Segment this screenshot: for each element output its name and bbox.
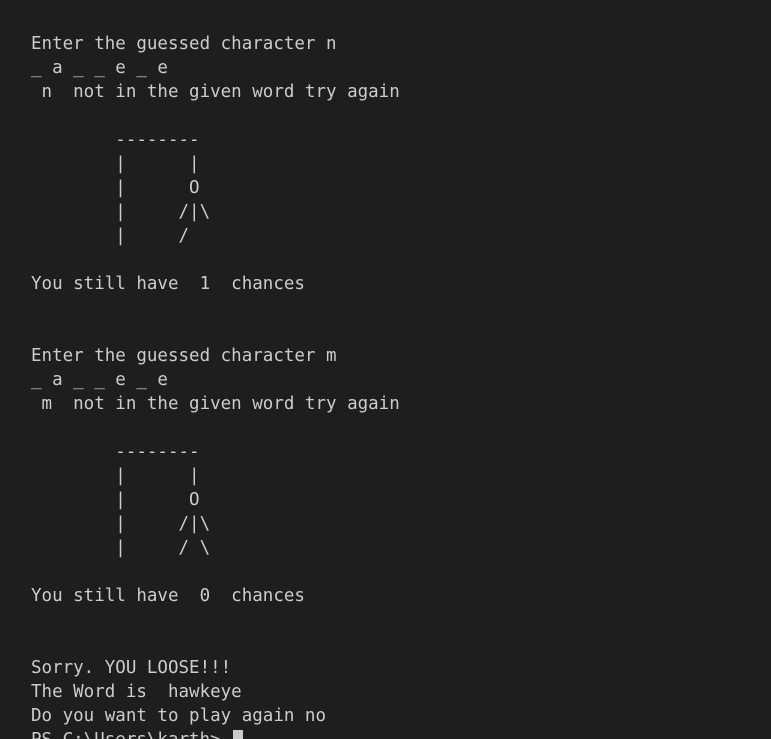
hangman-art-line: | | (31, 154, 200, 174)
replay-prompt: Do you want to play again no (31, 706, 327, 726)
result-line: Sorry. YOU LOOSE!!! (31, 658, 232, 678)
hangman-art-line: | O (31, 490, 200, 510)
text-cursor (233, 730, 244, 739)
chances-line: You still have 0 chances (31, 586, 305, 606)
message-line: n not in the given word try again (31, 82, 400, 102)
hangman-art-line: | | (31, 466, 200, 486)
message-line: m not in the given word try again (31, 394, 400, 414)
answer-line: The Word is hawkeye (31, 682, 242, 702)
shell-prompt: PS C:\Users\karth> (31, 730, 231, 739)
hangman-art-line: -------- (31, 442, 200, 462)
hangman-art-line: | /|\ (31, 514, 211, 534)
terminal-output[interactable]: Enter the guessed character n _ a _ _ e … (0, 0, 771, 739)
hangman-art-line: | O (31, 178, 200, 198)
hangman-art-line: | / (31, 226, 190, 246)
prompt-line: Enter the guessed character m (31, 346, 337, 366)
word-progress: _ a _ _ e _ e (31, 370, 168, 390)
prompt-line: Enter the guessed character n (31, 34, 337, 54)
word-progress: _ a _ _ e _ e (31, 58, 168, 78)
hangman-art-line: | /|\ (31, 202, 211, 222)
hangman-art-line: | / \ (31, 538, 211, 558)
shell-prompt-line[interactable]: PS C:\Users\karth> (31, 728, 244, 739)
chances-line: You still have 1 chances (31, 274, 305, 294)
hangman-art-line: -------- (31, 130, 200, 150)
